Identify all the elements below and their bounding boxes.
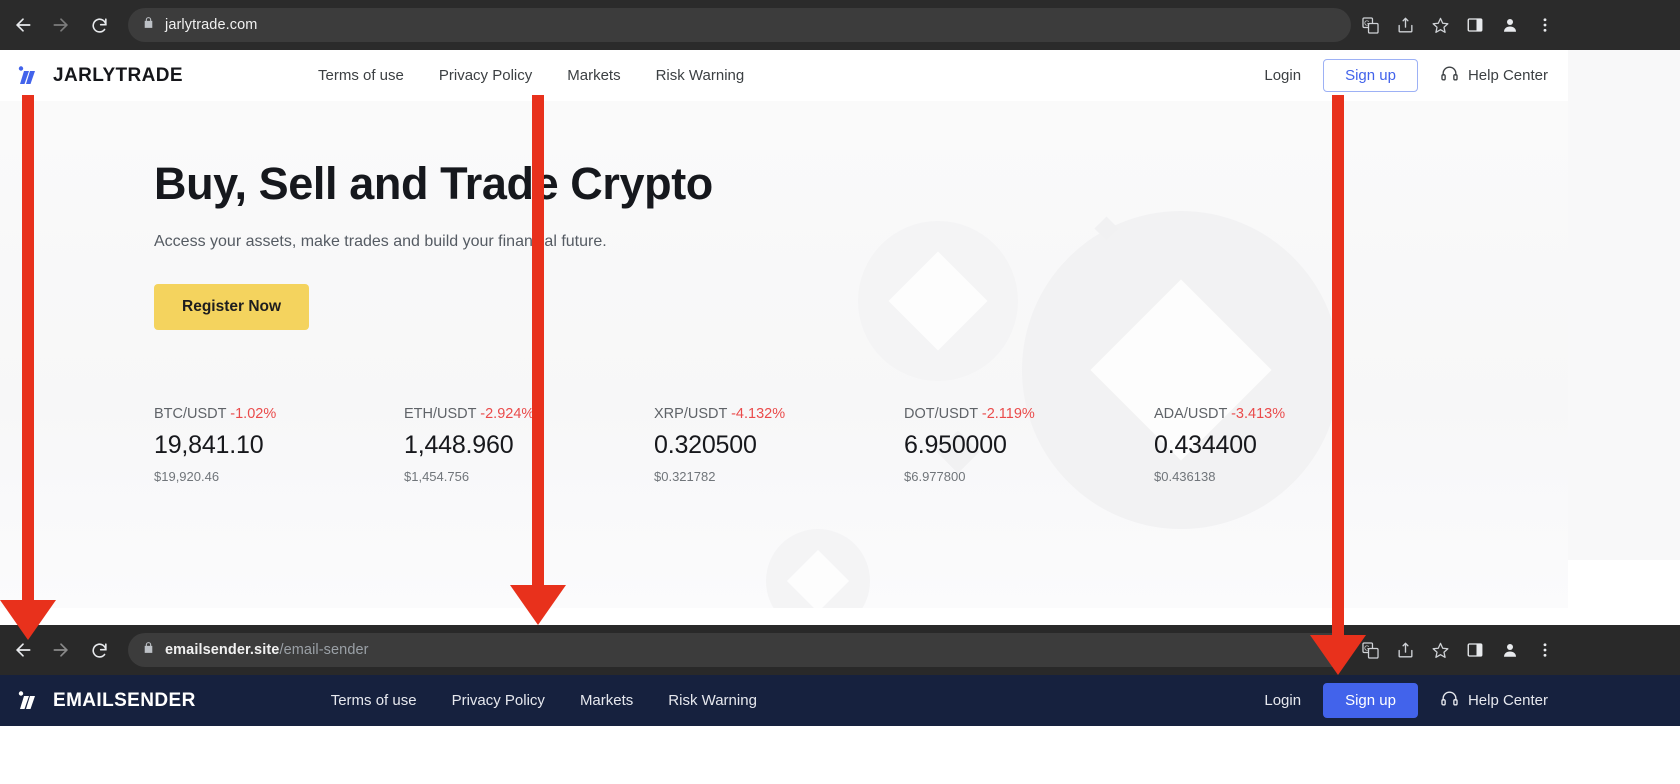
- help-center-label: Help Center: [1467, 692, 1548, 709]
- nav-link-markets[interactable]: Markets: [580, 692, 633, 709]
- emailsender-logo-icon: [18, 690, 44, 712]
- ticker-item[interactable]: ADA/USDT -3.413% 0.434400 $0.436138: [1154, 406, 1404, 484]
- ticker-item[interactable]: BTC/USDT -1.02% 19,841.10 $19,920.46: [154, 406, 404, 484]
- top-url-text: jarlytrade.com: [165, 17, 258, 33]
- right-filler-bottom-navbar: [1568, 675, 1680, 726]
- ticker-header: ADA/USDT -3.413%: [1154, 406, 1404, 422]
- back-arrow-icon[interactable]: [6, 8, 40, 42]
- top-site-navbar: JARLYTRADE Terms of use Privacy Policy M…: [0, 50, 1568, 101]
- help-center-link[interactable]: Help Center: [1440, 64, 1548, 87]
- ticker-price: 6.950000: [904, 431, 1007, 459]
- jarlytrade-logo-icon: [18, 65, 44, 87]
- ticker-change: -1.02%: [230, 406, 277, 422]
- more-menu-icon[interactable]: [1532, 12, 1558, 38]
- ticker-header: BTC/USDT -1.02%: [154, 406, 404, 422]
- navigation-buttons: [0, 8, 116, 42]
- sidepanel-icon[interactable]: [1462, 637, 1488, 663]
- more-menu-icon[interactable]: [1532, 637, 1558, 663]
- ticker-pair: ADA/USDT: [1154, 406, 1228, 422]
- top-site-logo-text: JARLYTRADE: [53, 64, 183, 86]
- reload-icon[interactable]: [82, 8, 116, 42]
- ticker-usd: $19,920.46: [154, 469, 220, 484]
- nav-link-terms-of-use[interactable]: Terms of use: [318, 67, 404, 84]
- bookmark-star-icon[interactable]: [1427, 637, 1453, 663]
- nav-link-risk-warning[interactable]: Risk Warning: [656, 67, 745, 84]
- right-filler-hero: [1568, 50, 1680, 560]
- top-toolbar-icons: G: [1351, 12, 1568, 38]
- headset-icon: [1440, 64, 1459, 87]
- help-center-link[interactable]: Help Center: [1440, 689, 1548, 712]
- bottom-page-strip: [0, 733, 1568, 784]
- lock-icon: [142, 641, 155, 659]
- ticker-usd: $6.977800: [904, 469, 966, 484]
- ticker-header: XRP/USDT -4.132%: [654, 406, 904, 422]
- ticker-pair: DOT/USDT: [904, 406, 978, 422]
- top-browser-toolbar: jarlytrade.com G: [0, 0, 1568, 50]
- bottom-nav-right: Login Sign up Help Center: [1264, 683, 1548, 718]
- forward-arrow-icon[interactable]: [44, 8, 78, 42]
- translate-icon[interactable]: G: [1357, 12, 1383, 38]
- ticker-item[interactable]: DOT/USDT -2.119% 6.950000 $6.977800: [904, 406, 1154, 484]
- ticker-item[interactable]: XRP/USDT -4.132% 0.320500 $0.321782: [654, 406, 904, 484]
- ticker-change: -3.413%: [1231, 406, 1286, 422]
- ticker-pair: XRP/USDT: [654, 406, 728, 422]
- help-center-label: Help Center: [1467, 67, 1548, 84]
- nav-link-markets[interactable]: Markets: [567, 67, 620, 84]
- top-address-bar[interactable]: jarlytrade.com: [128, 8, 1351, 42]
- bottom-site-navbar: EMAILSENDER Terms of use Privacy Policy …: [0, 675, 1568, 726]
- bottom-site-logo[interactable]: EMAILSENDER: [18, 690, 196, 712]
- share-icon[interactable]: [1392, 12, 1418, 38]
- annotation-arrow-signup: [1310, 95, 1366, 675]
- nav-link-privacy-policy[interactable]: Privacy Policy: [452, 692, 545, 709]
- annotation-arrow-logo: [0, 95, 56, 640]
- ticker-price: 0.320500: [654, 431, 757, 459]
- signup-button[interactable]: Sign up: [1323, 59, 1418, 92]
- right-filler-bottom-toolbar: [1568, 625, 1680, 675]
- bookmark-star-icon[interactable]: [1427, 12, 1453, 38]
- deco-circle-small: [766, 529, 870, 608]
- svg-text:G: G: [1364, 19, 1370, 27]
- top-nav-right: Login Sign up Help Center: [1264, 59, 1548, 92]
- ticker-header: DOT/USDT -2.119%: [904, 406, 1154, 422]
- nav-link-terms-of-use[interactable]: Terms of use: [331, 692, 417, 709]
- top-site-logo[interactable]: JARLYTRADE: [18, 65, 183, 87]
- ticker-pair: ETH/USDT: [404, 406, 477, 422]
- login-link[interactable]: Login: [1264, 692, 1301, 709]
- lock-icon: [142, 16, 155, 34]
- nav-link-privacy-policy[interactable]: Privacy Policy: [439, 67, 532, 84]
- profile-icon[interactable]: [1497, 12, 1523, 38]
- login-link[interactable]: Login: [1264, 67, 1301, 84]
- right-filler-top-toolbar: [1568, 0, 1680, 50]
- ticker-usd: $0.436138: [1154, 469, 1216, 484]
- bottom-toolbar-icons: G: [1351, 637, 1568, 663]
- top-nav-links: Terms of use Privacy Policy Markets Risk…: [318, 67, 744, 84]
- headset-icon: [1440, 689, 1459, 712]
- sidepanel-icon[interactable]: [1462, 12, 1488, 38]
- profile-icon[interactable]: [1497, 637, 1523, 663]
- ticker-usd: $0.321782: [654, 469, 716, 484]
- bottom-site-logo-text: EMAILSENDER: [53, 689, 196, 711]
- bottom-address-bar[interactable]: emailsender.site/email-sender: [128, 633, 1351, 667]
- ticker-price: 19,841.10: [154, 431, 264, 459]
- share-icon[interactable]: [1392, 637, 1418, 663]
- bottom-url-text: emailsender.site/email-sender: [165, 642, 369, 658]
- ticker-price: 0.434400: [1154, 431, 1257, 459]
- ticker-row: BTC/USDT -1.02% 19,841.10 $19,920.46 ETH…: [154, 406, 1404, 484]
- reload-icon[interactable]: [82, 633, 116, 667]
- ticker-change: -2.119%: [981, 406, 1035, 422]
- nav-link-risk-warning[interactable]: Risk Warning: [668, 692, 757, 709]
- ticker-change: -4.132%: [731, 406, 786, 422]
- ticker-pair: BTC/USDT: [154, 406, 227, 422]
- bottom-nav-links: Terms of use Privacy Policy Markets Risk…: [331, 692, 757, 709]
- annotation-arrow-nav-links: [510, 95, 566, 625]
- signup-button[interactable]: Sign up: [1323, 683, 1418, 718]
- register-now-button[interactable]: Register Now: [154, 283, 310, 330]
